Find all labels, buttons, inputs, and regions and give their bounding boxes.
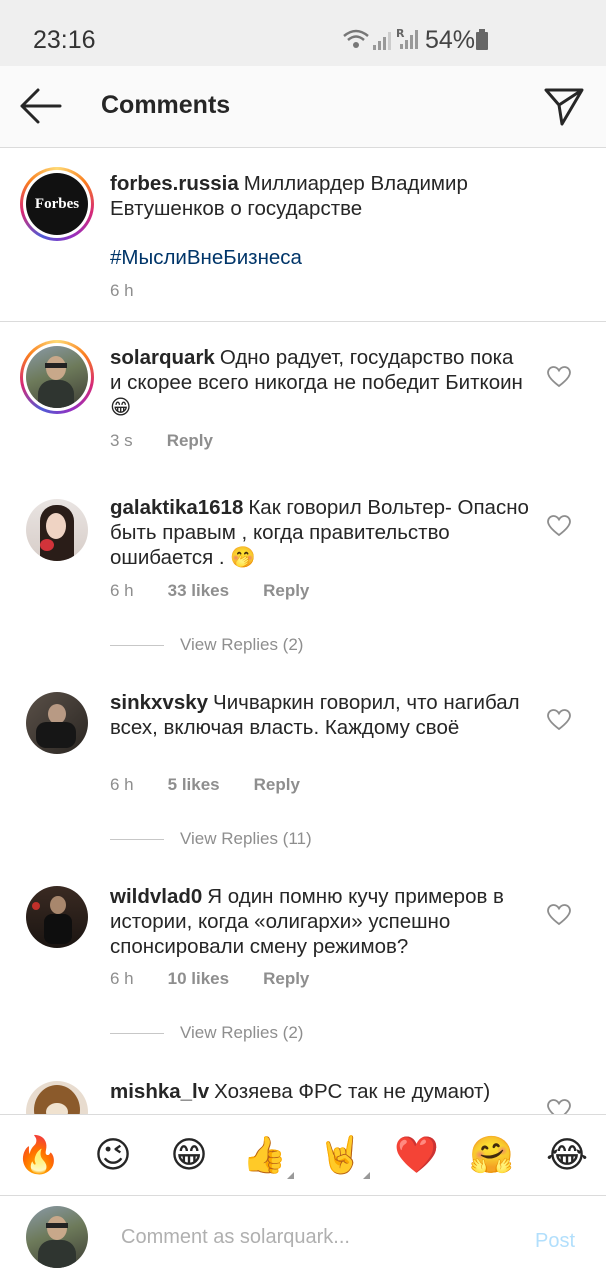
wifi-icon <box>342 28 370 55</box>
forbes-logo: Forbes <box>26 173 88 235</box>
avatar[interactable] <box>26 499 88 561</box>
send-icon <box>544 88 584 126</box>
avatar[interactable] <box>26 692 88 754</box>
avatar[interactable]: Forbes <box>20 167 94 241</box>
emoji-quick-bar: 🔥 😉 😁 👍 🤘 ❤️ 🤗 😂 <box>0 1114 606 1196</box>
comment-username[interactable]: wildvlad0 <box>110 885 202 908</box>
laugh-emoji-button[interactable]: 😂 <box>545 1133 589 1177</box>
comment-username[interactable]: solarquark <box>110 346 215 369</box>
battery-icon <box>476 29 488 50</box>
comment-text: Хозяева ФРС так не думают) <box>214 1080 491 1103</box>
heart-emoji-button[interactable]: ❤️ <box>394 1133 439 1177</box>
post-button[interactable]: Post <box>535 1230 575 1253</box>
reply-button[interactable]: Reply <box>263 969 309 989</box>
view-replies-label: View Replies (2) <box>180 1023 304 1042</box>
likes-count[interactable]: 5 likes <box>168 775 220 795</box>
comment-username[interactable]: sinkxvsky <box>110 691 208 714</box>
signal-icon <box>372 29 394 56</box>
share-button[interactable] <box>542 84 586 128</box>
like-heart-icon[interactable] <box>547 515 571 537</box>
comment-username[interactable]: galaktika1618 <box>110 496 243 519</box>
skin-tone-indicator <box>287 1172 294 1179</box>
caption-time: 6 h <box>110 281 134 300</box>
wink-emoji-button[interactable]: 😉 <box>91 1133 135 1177</box>
like-heart-icon[interactable] <box>547 709 571 731</box>
divider <box>110 644 164 646</box>
likes-count[interactable]: 10 likes <box>168 969 229 989</box>
reply-button[interactable]: Reply <box>263 581 309 601</box>
comment-username[interactable]: mishka_lv <box>110 1080 209 1103</box>
divider <box>110 1032 164 1034</box>
fire-emoji-button[interactable]: 🔥 <box>16 1133 61 1177</box>
view-replies-label: View Replies (11) <box>180 829 312 848</box>
reply-button[interactable]: Reply <box>254 775 300 795</box>
comment-input[interactable]: Comment as solarquark... <box>121 1226 501 1249</box>
like-heart-icon[interactable] <box>547 904 571 926</box>
status-bar: 23:16 R 54% <box>0 0 606 66</box>
status-time: 23:16 <box>33 26 96 54</box>
caption-username[interactable]: forbes.russia <box>110 172 239 195</box>
skin-tone-indicator <box>363 1172 370 1179</box>
comment-time: 6 h <box>110 969 134 988</box>
thumbs-up-icon: 👍 <box>242 1134 287 1175</box>
comment-time: 3 s <box>110 431 133 450</box>
view-replies-button[interactable]: View Replies (2) <box>110 1023 303 1043</box>
rock-on-emoji-button[interactable]: 🤘 <box>318 1133 370 1179</box>
page-title: Comments <box>101 91 231 119</box>
svg-text:R: R <box>396 27 405 40</box>
signal-roaming-icon: R <box>396 27 420 56</box>
view-replies-label: View Replies (2) <box>180 635 304 654</box>
view-replies-button[interactable]: View Replies (11) <box>110 829 312 849</box>
rock-on-icon: 🤘 <box>318 1134 363 1175</box>
reply-button[interactable]: Reply <box>167 431 213 451</box>
view-replies-button[interactable]: View Replies (2) <box>110 635 303 655</box>
back-button[interactable] <box>18 86 62 126</box>
app-header: Comments <box>0 66 606 148</box>
divider <box>110 838 164 840</box>
comment-time: 6 h <box>110 581 134 600</box>
battery-percent: 54% <box>425 26 476 54</box>
post-caption: Forbes forbes.russia Миллиардер Владимир … <box>0 148 606 322</box>
comment-time: 6 h <box>110 775 134 794</box>
avatar[interactable] <box>26 886 88 948</box>
grin-emoji-button[interactable]: 😁 <box>167 1133 211 1177</box>
likes-count[interactable]: 33 likes <box>168 581 229 601</box>
comment-composer: Comment as solarquark... Post <box>0 1196 606 1280</box>
caption-hashtag[interactable]: #МыслиВнеБизнеса <box>110 245 530 270</box>
thumbs-up-emoji-button[interactable]: 👍 <box>242 1133 294 1179</box>
avatar <box>26 1206 88 1268</box>
avatar[interactable] <box>20 340 94 414</box>
hug-emoji-button[interactable]: 🤗 <box>469 1133 514 1177</box>
back-arrow-icon <box>20 88 62 124</box>
like-heart-icon[interactable] <box>547 366 571 388</box>
